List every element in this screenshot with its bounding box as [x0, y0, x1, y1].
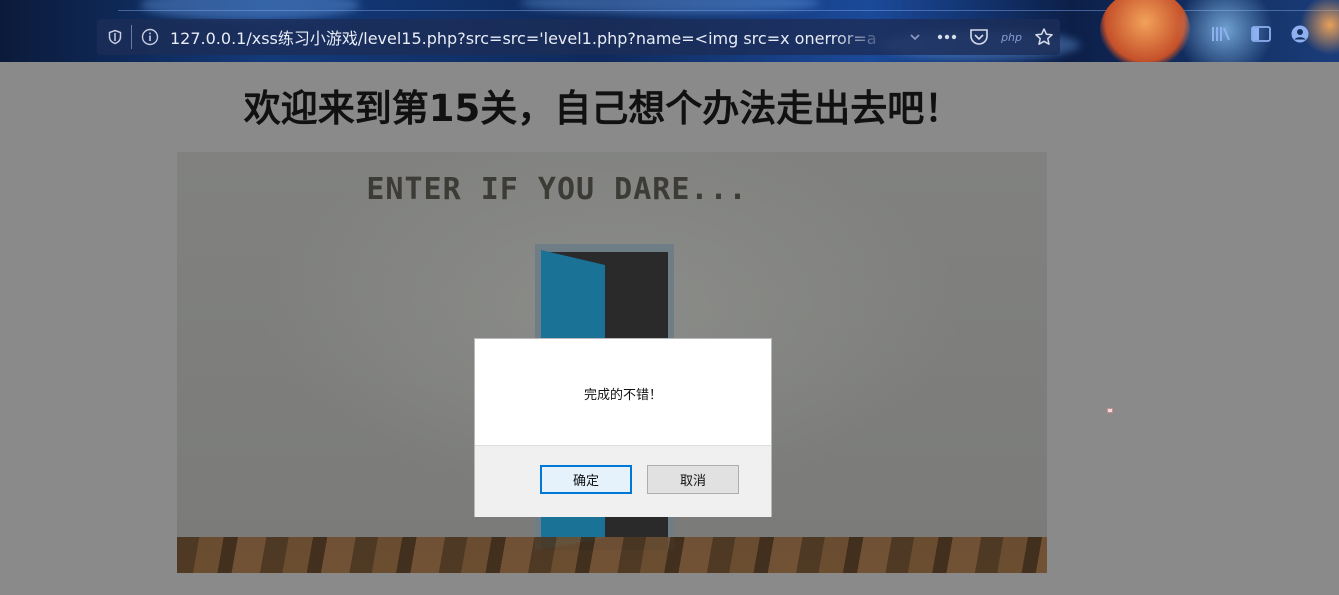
toolbar-right-icons — [1210, 24, 1310, 48]
ok-button[interactable]: 确定 — [540, 465, 632, 494]
scene-caption: ENTER IF YOU DARE... — [366, 172, 748, 207]
browser-toolbar: 127.0.0.1/xss练习小游戏/level15.php?src=src='… — [0, 0, 1339, 62]
dialog-footer: 确定 取消 — [475, 445, 771, 517]
account-icon[interactable] — [1290, 24, 1310, 48]
dialog-message: 完成的不错！ — [583, 388, 662, 403]
background-streak — [520, 0, 820, 14]
wood-floor — [177, 537, 1047, 573]
php-badge[interactable]: php — [1001, 31, 1022, 44]
page-title: 欢迎来到第15关，自己想个办法走出去吧！ — [243, 87, 962, 130]
confirm-dialog: 完成的不错！ 确定 取消 — [474, 338, 772, 517]
url-text[interactable]: 127.0.0.1/xss练习小游戏/level15.php?src=src='… — [170, 25, 890, 49]
star-icon[interactable] — [1034, 27, 1054, 47]
info-icon[interactable] — [140, 27, 160, 47]
broken-image-icon — [1107, 408, 1113, 413]
shield-icon[interactable] — [105, 27, 125, 47]
chevron-down-icon[interactable] — [905, 27, 925, 47]
sidebar-icon[interactable] — [1250, 24, 1272, 48]
pocket-icon[interactable] — [969, 27, 989, 47]
address-bar[interactable]: 127.0.0.1/xss练习小游戏/level15.php?src=src='… — [97, 19, 1060, 55]
separator — [131, 25, 132, 49]
cancel-button[interactable]: 取消 — [647, 465, 739, 494]
url-actions: php — [905, 19, 1054, 55]
library-icon[interactable] — [1210, 24, 1232, 48]
more-icon[interactable] — [937, 27, 957, 47]
